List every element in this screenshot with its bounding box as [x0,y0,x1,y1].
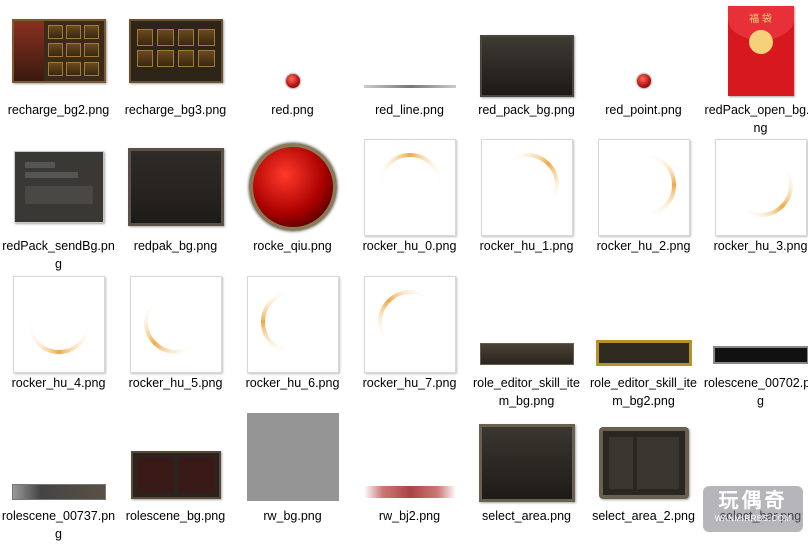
file-item[interactable]: rocker_hu_7.png [351,275,468,413]
bar-thumbnail[interactable] [468,278,585,370]
file-item[interactable]: rolescene_00737.png [0,411,117,546]
file-item[interactable]: red_pack_bg.png [468,5,585,140]
arc-thumbnail[interactable] [702,138,808,236]
file-name-label: rolescene_00702.png [703,376,808,408]
envelope-text: 福 袋 [749,14,772,25]
file-item[interactable]: select_area_2.png [585,411,702,546]
file-name-label: rw_bj2.png [378,509,441,523]
watermark-url: WANMIRRBS.COM [714,514,792,523]
bar-thumbnail[interactable] [702,278,808,370]
file-name-label: recharge_bg2.png [7,103,110,117]
file-name-label: rw_bg.png [263,509,322,523]
scene-thumbnail[interactable] [117,411,234,503]
dark-panel-thumbnail[interactable] [468,5,585,97]
file-name-label: redpak_bg.png [133,239,218,253]
arc-thumbnail[interactable] [0,275,117,373]
file-name-label: rolescene_00737.png [1,509,116,541]
file-name-label: redPack_sendBg.png [2,239,115,271]
file-item[interactable]: rocke_qiu.png [234,141,351,276]
gradient-line-thumbnail[interactable] [351,411,468,503]
file-item[interactable]: rw_bj2.png [351,411,468,546]
red-dot-thumbnail[interactable] [585,5,702,97]
file-name-label: rocker_hu_3.png [713,239,808,253]
watermark-logo: 玩偶奇 WANMIRRBS.COM [703,486,803,532]
file-item[interactable]: rocker_hu_6.png [234,275,351,413]
file-item[interactable]: red.png [234,5,351,140]
watermark-title: 玩偶奇 [718,490,788,512]
arc-thumbnail[interactable] [234,275,351,373]
file-name-label: red_pack_bg.png [478,103,575,117]
recharge-panel-thumbnail[interactable] [117,5,234,97]
bar-thumbnail[interactable] [0,411,117,503]
file-item[interactable]: recharge_bg3.png [117,5,234,140]
file-name-label: role_editor_skill_item_bg2.png [589,376,697,408]
file-item[interactable]: red_line.png [351,5,468,140]
red-orb-thumbnail[interactable] [234,141,351,233]
recharge-panel-thumbnail[interactable] [0,5,117,97]
file-item[interactable]: rocker_hu_3.png [702,138,808,276]
file-item[interactable]: rocker_hu_5.png [117,275,234,413]
file-item[interactable]: select_area.png [468,411,585,546]
red-line-thumbnail[interactable] [351,5,468,97]
file-item[interactable]: role_editor_skill_item_bg2.png [585,278,702,413]
file-name-label: red_line.png [375,103,444,117]
file-name-label: redPack_open_bg.png [704,103,808,135]
file-name-label: rocker_hu_1.png [479,239,574,253]
bar-thumbnail[interactable] [585,278,702,370]
file-name-label: select_area_2.png [592,509,695,523]
dark-panel-thumbnail[interactable] [468,411,585,503]
arc-thumbnail[interactable] [585,138,702,236]
arc-thumbnail[interactable] [117,275,234,373]
file-name-label: rocker_hu_4.png [11,376,106,390]
gray-square-thumbnail[interactable] [234,411,351,503]
arc-thumbnail[interactable] [351,275,468,373]
file-name-label: role_editor_skill_item_bg.png [472,376,580,408]
file-item[interactable]: rocker_hu_1.png [468,138,585,276]
file-item[interactable]: rocker_hu_2.png [585,138,702,276]
file-name-label: rocker_hu_5.png [128,376,223,390]
file-item[interactable]: rocker_hu_0.png [351,138,468,276]
ornate-panel-thumbnail[interactable] [585,411,702,503]
file-name-label: red_point.png [605,103,682,117]
file-name-label: rocker_hu_2.png [596,239,691,253]
file-name-label: rocker_hu_0.png [362,239,457,253]
arc-thumbnail[interactable] [351,138,468,236]
arc-thumbnail[interactable] [468,138,585,236]
file-item[interactable]: rw_bg.png [234,411,351,546]
dark-panel-thumbnail[interactable] [117,141,234,233]
file-item[interactable]: redpak_bg.png [117,141,234,276]
file-name-label: red.png [271,103,314,117]
file-item[interactable]: rolescene_bg.png [117,411,234,546]
file-item[interactable]: redPack_sendBg.png [0,141,117,276]
file-name-label: rocke_qiu.png [253,239,332,253]
file-name-label: rocker_hu_7.png [362,376,457,390]
dark-panel-thumbnail[interactable] [0,141,117,233]
file-name-label: recharge_bg3.png [124,103,227,117]
file-name-label: select_area.png [482,509,571,523]
file-item[interactable]: 福 袋 redPack_open_bg.png [702,5,808,140]
red-envelope-thumbnail[interactable]: 福 袋 [702,5,808,97]
file-item[interactable]: role_editor_skill_item_bg.png [468,278,585,413]
file-name-label: rocker_hu_6.png [245,376,340,390]
red-dot-thumbnail[interactable] [234,5,351,97]
file-item[interactable]: rolescene_00702.png [702,278,808,413]
file-name-label: rolescene_bg.png [125,509,226,523]
file-item[interactable]: rocker_hu_4.png [0,275,117,413]
file-item[interactable]: red_point.png [585,5,702,140]
file-item[interactable]: recharge_bg2.png [0,5,117,140]
